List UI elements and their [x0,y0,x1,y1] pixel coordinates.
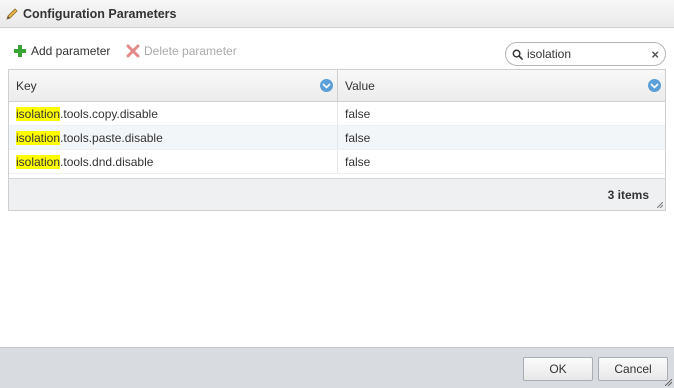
add-parameter-label: Add parameter [31,44,111,58]
key-rest: .tools.copy.disable [60,106,158,121]
column-header-key-label: Key [16,78,37,93]
title-bar: Configuration Parameters [0,0,674,28]
grid-header: Key Value [9,70,665,102]
ok-button[interactable]: OK [523,357,593,381]
add-parameter-button[interactable]: Add parameter [13,44,110,58]
delete-parameter-label: Delete parameter [144,44,237,58]
chevron-down-icon[interactable] [648,79,661,92]
item-count: 3 items [607,187,649,202]
value-cell[interactable]: false [338,102,665,125]
value-cell[interactable]: false [338,126,665,149]
table-row[interactable]: isolation .tools.copy.disable false [9,102,665,126]
search-match-highlight: isolation [16,154,61,169]
table-row[interactable]: isolation .tools.paste.disable false [9,126,665,150]
search-field[interactable]: × [505,42,666,66]
cancel-button[interactable]: Cancel [598,357,668,381]
key-rest: .tools.paste.disable [60,130,163,145]
x-icon [126,44,140,58]
pencil-icon [6,7,18,20]
resize-grip-icon[interactable] [657,202,663,208]
search-input[interactable] [527,47,647,61]
column-header-value[interactable]: Value [338,70,665,101]
key-rest: .tools.dnd.disable [60,154,154,169]
column-header-value-label: Value [345,78,375,93]
grid-footer: 3 items [9,178,665,210]
key-cell: isolation .tools.dnd.disable [9,150,338,173]
table-row[interactable]: isolation .tools.dnd.disable false [9,150,665,174]
delete-parameter-button[interactable]: Delete parameter [126,44,237,58]
chevron-down-icon[interactable] [320,79,333,92]
plus-icon [14,45,26,57]
column-header-key[interactable]: Key [9,70,338,101]
parameters-grid: Key Value isolation .tools.copy.disable f… [8,69,666,211]
grid-rows: isolation .tools.copy.disable false isola… [9,102,665,174]
resize-grip-icon[interactable] [665,379,672,386]
key-cell: isolation .tools.copy.disable [9,102,338,125]
window-title: Configuration Parameters [23,6,177,21]
clear-search-icon[interactable]: × [651,47,659,62]
search-match-highlight: isolation [16,106,61,121]
value-cell[interactable]: false [338,150,665,173]
dialog-footer: OK Cancel [0,347,674,388]
search-match-highlight: isolation [16,130,61,145]
search-icon [512,49,523,60]
key-cell: isolation .tools.paste.disable [9,126,338,149]
